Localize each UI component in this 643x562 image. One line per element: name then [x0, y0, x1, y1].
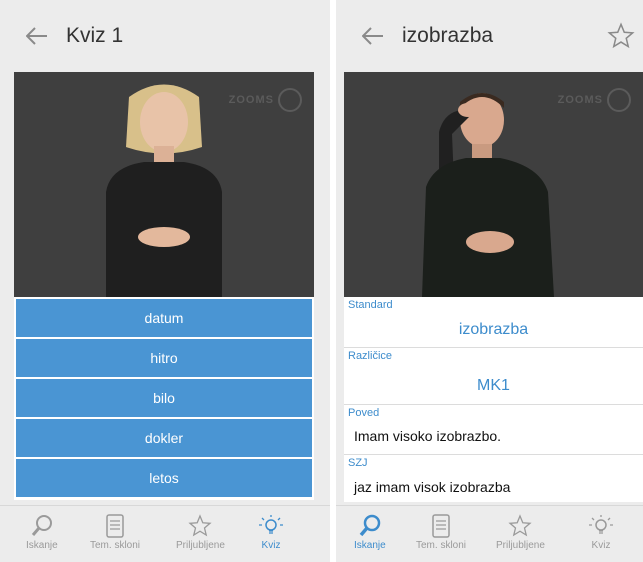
nav-item-favorites[interactable]: Priljubljene [496, 506, 545, 562]
answer-option[interactable]: datum [16, 299, 312, 337]
page-title: Kviz 1 [66, 24, 124, 47]
star-icon [188, 514, 213, 537]
app-bar: Kviz 1 [0, 0, 330, 72]
bottom-navigation: Iskanje Tem. skloni Priljubljene Kviz [336, 505, 643, 562]
search-icon [359, 514, 381, 537]
sentence-value: Imam visoko izobrazbo. [354, 428, 502, 444]
divider [344, 454, 643, 455]
divider [344, 347, 643, 348]
nav-item-topics[interactable]: Tem. skloni [416, 506, 466, 562]
sign-video[interactable]: ZOOMS [344, 72, 643, 297]
answer-option[interactable]: hitro [16, 339, 312, 377]
lightbulb-icon [589, 515, 613, 534]
app-bar: izobrazba [336, 0, 643, 72]
document-icon [432, 514, 450, 538]
lightbulb-icon [259, 515, 283, 534]
szj-label: SZJ [348, 457, 368, 469]
back-arrow-icon[interactable] [22, 21, 52, 51]
nav-item-quiz[interactable]: Kviz [588, 506, 614, 562]
szj-value: jaz imam visok izobrazba [354, 479, 511, 495]
standard-value: izobrazba [458, 321, 529, 338]
bottom-navigation: Iskanje Tem. skloni Priljubljene Kviz [0, 505, 330, 562]
search-icon [31, 515, 52, 536]
nav-item-favorites[interactable]: Priljubljene [176, 506, 225, 562]
back-arrow-icon[interactable] [358, 21, 388, 51]
word-detail-screen: izobrazba ZOOMS Standard izobrazba Razli… [336, 0, 643, 562]
sign-video[interactable]: ZOOMS [14, 72, 314, 297]
answer-option[interactable]: dokler [16, 419, 312, 457]
nav-item-search[interactable]: Iskanje [26, 506, 58, 562]
variants-label: Različice [348, 350, 393, 362]
answer-option[interactable]: bilo [16, 379, 312, 417]
answer-option[interactable]: letos [16, 459, 312, 497]
star-icon [508, 514, 533, 537]
divider [344, 404, 643, 405]
answer-list: datum hitro bilo dokler letos [14, 297, 314, 500]
document-icon [106, 514, 124, 538]
variant-link[interactable]: MK1 [344, 377, 643, 395]
nav-item-quiz[interactable]: Kviz [258, 506, 284, 562]
nav-item-search[interactable]: Iskanje [354, 506, 386, 562]
nav-item-topics[interactable]: Tem. skloni [90, 506, 140, 562]
zooms-watermark: ZOOMS [229, 88, 302, 112]
sentence-label: Poved [348, 407, 380, 419]
favorite-star-icon[interactable] [607, 22, 635, 50]
zooms-watermark: ZOOMS [558, 88, 631, 112]
standard-label: Standard [348, 299, 393, 311]
quiz-screen: Kviz 1 ZOOMS datum hitro bilo dokler let… [0, 0, 330, 562]
word-detail-panel: Standard izobrazba Različice MK1 Poved I… [344, 297, 643, 502]
page-title: izobrazba [402, 24, 494, 47]
